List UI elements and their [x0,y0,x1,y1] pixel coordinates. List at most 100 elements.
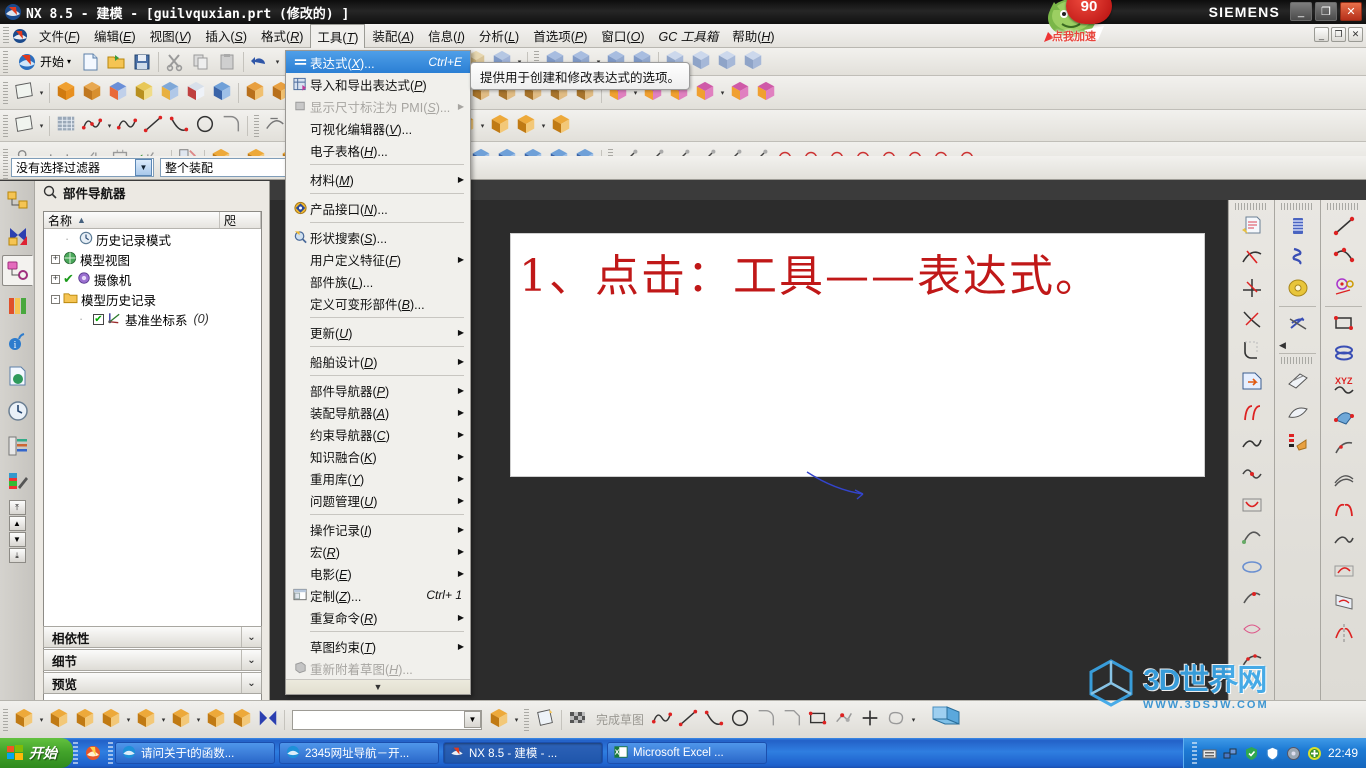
snap-point-button[interactable] [229,707,255,733]
menu-e[interactable]: 编辑(E) [87,23,143,48]
taskbar-item[interactable]: 请问关于t的函数... [115,742,275,764]
join-curve-button[interactable] [1237,460,1267,490]
keyboard-icon[interactable] [1202,745,1218,761]
sketch-button-dropdown-arrow[interactable]: ▾ [37,80,46,106]
datum-csys-button-dropdown-arrow[interactable]: ▾ [478,113,487,139]
extract-right-button[interactable] [1329,557,1359,587]
taskbar-clock[interactable]: 22:49 [1328,746,1358,760]
arc-right-button[interactable] [1329,243,1359,273]
menu-a[interactable]: 装配(A) [365,23,421,48]
tree-row[interactable]: - 模型历史记录 [44,289,261,309]
sketch-spline2-button[interactable] [649,707,675,733]
create-sketch-button[interactable] [532,707,558,733]
tree-row[interactable]: · ✔ 基准坐标系 (0) [44,309,261,329]
rail-grip-2[interactable] [1281,203,1314,210]
menu-i[interactable]: 信息(I) [421,23,472,48]
extrude-button[interactable] [105,80,131,106]
move-object2-button-dropdown-arrow[interactable]: ▾ [194,707,203,733]
project-curve2-button[interactable] [1237,491,1267,521]
rail-grip[interactable] [1235,203,1268,210]
boss-button[interactable] [209,80,235,106]
datum-axis-button[interactable] [513,113,539,139]
scope-combo[interactable]: 整个装配 [160,158,290,177]
combined-curve-button[interactable] [1237,522,1267,552]
menu-item-重复命令[interactable]: 重复命令(R) ▶ [286,606,470,628]
simplify-curve-button[interactable] [1237,429,1267,459]
sketch-arc-button[interactable] [701,707,727,733]
panel-preview[interactable]: 预览 ⌄ [43,672,262,694]
sketch-button[interactable] [11,80,37,106]
menu-item-部件族[interactable]: 部件族(L)... [286,270,470,292]
menu-item-定义可变形部件[interactable]: 定义可变形部件(B)... [286,292,470,314]
menu-item-定制[interactable]: 定制(Z)... Ctrl+ 1 [286,584,470,606]
revolve-button[interactable] [79,80,105,106]
mdi-minimize-button[interactable]: _ [1314,27,1329,42]
tree-column-name[interactable]: 名称 ▲ [44,212,220,228]
tray-grip[interactable] [1191,742,1197,764]
sketch-circle-button[interactable] [727,707,753,733]
sketch-chamfer-button[interactable] [779,707,805,733]
cut-button[interactable] [162,49,188,75]
mirror-curve-button[interactable] [1329,619,1359,649]
filterbar-grip[interactable] [3,156,8,179]
spring-button[interactable] [1283,243,1313,273]
chevron-down-icon[interactable]: ⌄ [241,650,261,670]
help-info-button[interactable]: i [2,325,33,356]
menu-item-装配导航器[interactable]: 装配导航器(A) ▶ [286,401,470,423]
tree-row[interactable]: + ✔ 摄像机 [44,269,261,289]
studio-spline-button[interactable] [79,113,105,139]
close-button[interactable]: ✕ [1340,2,1362,21]
copy-button[interactable] [188,49,214,75]
menu-s[interactable]: 插入(S) [198,23,254,48]
through-curves-button[interactable] [1283,397,1313,427]
circle-button[interactable] [192,113,218,139]
move-object2-button[interactable] [168,707,194,733]
menu-item-材料[interactable]: 材料(M) ▶ [286,168,470,190]
sketch-polyline-button[interactable] [831,707,857,733]
web-browser-button[interactable] [2,360,33,391]
offset-curve-right-button[interactable] [1329,464,1359,494]
mdi-close-button[interactable]: ✕ [1348,27,1363,42]
rail-grip-3[interactable] [1327,203,1360,210]
simplify-right-button[interactable] [1329,526,1359,556]
menu-item-电影[interactable]: 电影(E) ▶ [286,562,470,584]
speed-tip-label[interactable]: 点我加速 [1052,28,1096,44]
text-curve-button[interactable] [1329,402,1359,432]
windows-start-button[interactable]: 开始 [0,738,73,768]
menu-item-产品接口[interactable]: 产品接口(N)... [286,197,470,219]
menu-item-问题管理[interactable]: 问题管理(U) ▶ [286,489,470,511]
unite-button[interactable] [242,80,268,106]
menu-p[interactable]: 首选项(P) [526,23,594,48]
law-curve-button[interactable] [1237,212,1267,242]
reposition-button[interactable] [486,707,512,733]
menu-t[interactable]: 工具(T) [310,23,366,48]
curve-on-surface-button[interactable] [1329,433,1359,463]
tube-button[interactable] [1283,274,1313,304]
menu-item-操作记录[interactable]: 操作记录(I) ▶ [286,518,470,540]
sketch-grid-button[interactable] [53,113,79,139]
menu-item-用户定义特征[interactable]: 用户定义特征(F) ▶ [286,248,470,270]
wcs-display-button-dropdown-arrow[interactable]: ▾ [37,707,46,733]
chevron-down-icon[interactable]: ⌄ [241,627,261,647]
assembly-navigator-button[interactable] [2,185,33,216]
taskbar-item[interactable]: 2345网址导航－开... [279,742,439,764]
menu-o[interactable]: 窗口(O) [594,23,651,48]
offset-3d-button[interactable] [1237,367,1267,397]
sketch-region-button[interactable] [883,707,909,733]
studio-spline-button-dropdown-arrow[interactable]: ▾ [105,113,114,139]
project-right-button[interactable] [1329,588,1359,618]
filter-combo[interactable]: 没有选择过滤器 ▼ [11,158,154,177]
taskbar-item[interactable]: X Microsoft Excel ... [607,742,767,764]
menu-item-导入和导出表达式[interactable]: 导入和导出表达式(P) [286,73,470,95]
rail-grip-4[interactable] [1281,357,1314,364]
rail-collapse-arrow[interactable]: ◀ [1275,340,1320,351]
shell-button[interactable] [157,80,183,106]
menu-item-重新附着草图[interactable]: 重新附着草图(H)... [286,657,470,679]
menu-l[interactable]: 分析(L) [472,23,526,48]
menu-item-草图约束[interactable]: 草图约束(T) ▶ [286,635,470,657]
line-button[interactable] [140,113,166,139]
taskbar-item[interactable]: NX 8.5 - 建模 - ... [443,742,603,764]
sketch-curve-button[interactable] [11,113,37,139]
copy-face-button[interactable] [753,80,779,106]
volume-icon[interactable] [1286,745,1302,761]
